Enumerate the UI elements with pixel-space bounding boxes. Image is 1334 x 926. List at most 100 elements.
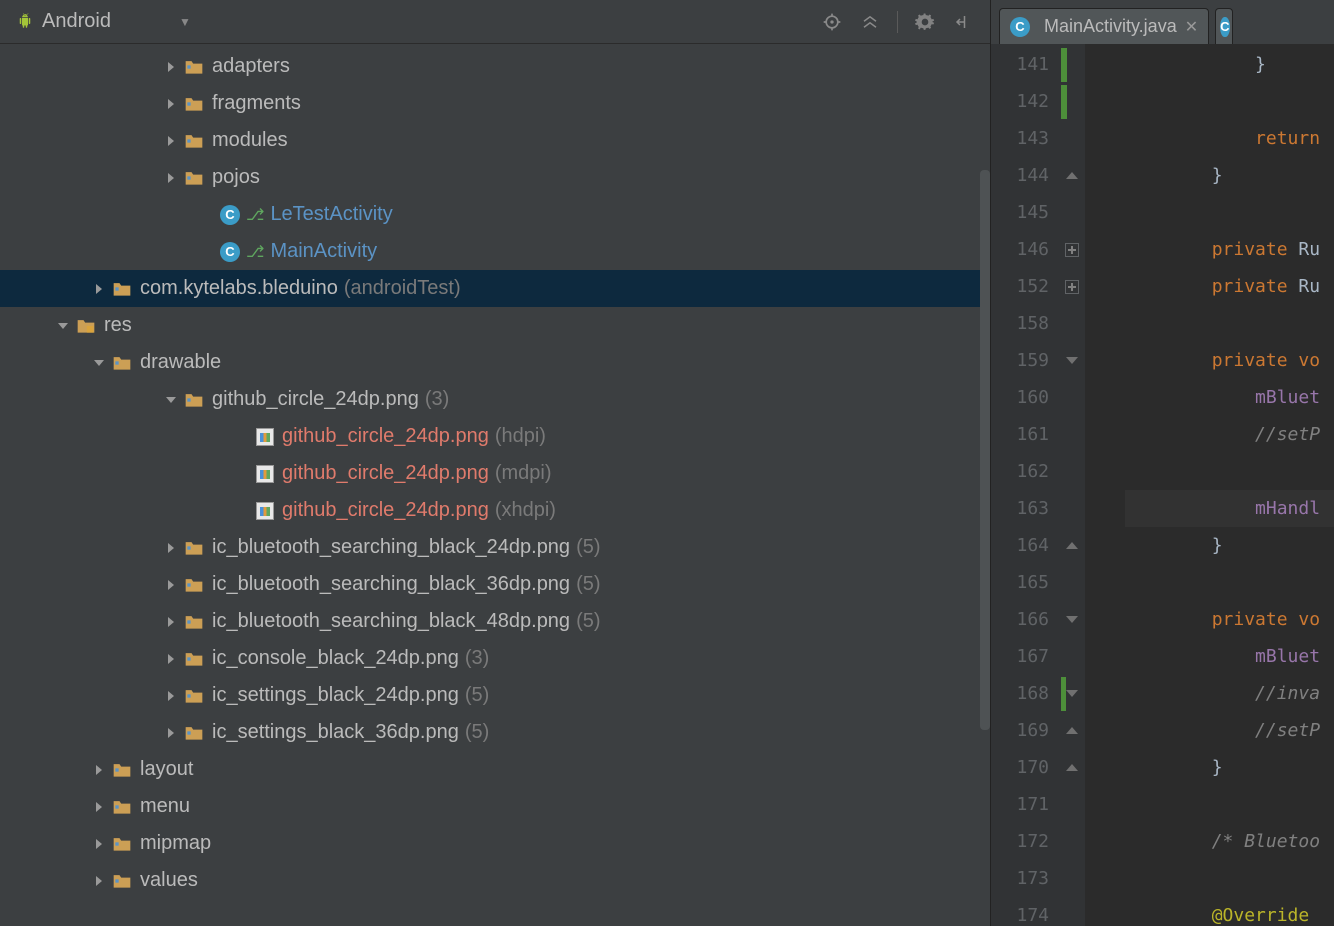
arrow-right-icon[interactable] xyxy=(164,578,178,592)
arrow-right-icon[interactable] xyxy=(92,837,106,851)
line-number[interactable]: 159 xyxy=(991,342,1049,379)
code-line[interactable] xyxy=(1125,453,1334,490)
tree-row[interactable]: values xyxy=(0,862,990,899)
arrow-right-icon[interactable] xyxy=(164,541,178,555)
tree-row[interactable]: github_circle_24dp.png(hdpi) xyxy=(0,418,990,455)
code-line[interactable] xyxy=(1125,194,1334,231)
line-number[interactable]: 158 xyxy=(991,305,1049,342)
fold-slot[interactable] xyxy=(1059,749,1085,786)
line-number[interactable]: 168 xyxy=(991,675,1049,712)
line-number[interactable]: 145 xyxy=(991,194,1049,231)
code-line[interactable]: private vo xyxy=(1125,342,1334,379)
project-view-dropdown[interactable]: Android ▼ xyxy=(8,6,199,37)
code-line[interactable]: } xyxy=(1125,46,1334,83)
line-number[interactable]: 144 xyxy=(991,157,1049,194)
tree-row[interactable]: modules xyxy=(0,122,990,159)
code-line[interactable]: private Ru xyxy=(1125,231,1334,268)
arrow-down-icon[interactable] xyxy=(56,319,70,333)
fold-slot[interactable] xyxy=(1059,860,1085,897)
fold-slot[interactable] xyxy=(1059,46,1085,83)
gear-icon[interactable] xyxy=(914,11,936,33)
code-line[interactable] xyxy=(1125,83,1334,120)
arrow-right-icon[interactable] xyxy=(164,171,178,185)
fold-slot[interactable] xyxy=(1059,453,1085,490)
arrow-right-icon[interactable] xyxy=(92,800,106,814)
fold-slot[interactable] xyxy=(1059,416,1085,453)
tree-row[interactable]: github_circle_24dp.png(mdpi) xyxy=(0,455,990,492)
fold-slot[interactable] xyxy=(1059,675,1085,712)
code-line[interactable]: mBluet xyxy=(1125,379,1334,416)
code-line[interactable] xyxy=(1125,860,1334,897)
tree-row[interactable]: C⎇MainActivity xyxy=(0,233,990,270)
code-line[interactable]: @Override xyxy=(1125,897,1334,926)
line-number[interactable]: 167 xyxy=(991,638,1049,675)
fold-slot[interactable] xyxy=(1059,157,1085,194)
code-line[interactable]: //inva xyxy=(1125,675,1334,712)
fold-slot[interactable] xyxy=(1059,342,1085,379)
tab-next[interactable]: C xyxy=(1215,8,1233,44)
fold-slot[interactable] xyxy=(1059,490,1085,527)
project-tree[interactable]: adaptersfragmentsmodulespojosC⎇LeTestAct… xyxy=(0,44,990,926)
arrow-right-icon[interactable] xyxy=(92,874,106,888)
code-line[interactable]: mHandl xyxy=(1125,490,1334,527)
code-line[interactable]: return xyxy=(1125,120,1334,157)
line-number[interactable]: 164 xyxy=(991,527,1049,564)
fold-slot[interactable] xyxy=(1059,83,1085,120)
collapse-all-icon[interactable] xyxy=(859,11,881,33)
code-line[interactable]: } xyxy=(1125,527,1334,564)
hide-panel-icon[interactable] xyxy=(952,11,974,33)
line-number[interactable]: 146 xyxy=(991,231,1049,268)
locate-icon[interactable] xyxy=(821,11,843,33)
fold-end-icon[interactable] xyxy=(1066,172,1078,179)
tree-row[interactable]: mipmap xyxy=(0,825,990,862)
code-line[interactable] xyxy=(1125,786,1334,823)
fold-start-icon[interactable] xyxy=(1066,616,1078,623)
tree-row[interactable]: menu xyxy=(0,788,990,825)
fold-slot[interactable] xyxy=(1059,823,1085,860)
line-number[interactable]: 165 xyxy=(991,564,1049,601)
fold-column[interactable] xyxy=(1059,44,1085,926)
tree-row[interactable]: github_circle_24dp.png(xhdpi) xyxy=(0,492,990,529)
code-line[interactable]: } xyxy=(1125,157,1334,194)
fold-slot[interactable] xyxy=(1059,712,1085,749)
fold-slot[interactable] xyxy=(1059,527,1085,564)
tree-row[interactable]: ic_console_black_24dp.png(3) xyxy=(0,640,990,677)
fold-slot[interactable] xyxy=(1059,638,1085,675)
line-number[interactable]: 169 xyxy=(991,712,1049,749)
arrow-right-icon[interactable] xyxy=(92,282,106,296)
arrow-right-icon[interactable] xyxy=(92,763,106,777)
tree-row[interactable]: res xyxy=(0,307,990,344)
arrow-right-icon[interactable] xyxy=(164,726,178,740)
fold-slot[interactable] xyxy=(1059,194,1085,231)
tree-row[interactable]: layout xyxy=(0,751,990,788)
arrow-right-icon[interactable] xyxy=(164,615,178,629)
arrow-right-icon[interactable] xyxy=(164,60,178,74)
line-number[interactable]: 162 xyxy=(991,453,1049,490)
fold-slot[interactable] xyxy=(1059,268,1085,305)
fold-start-icon[interactable] xyxy=(1066,357,1078,364)
line-number[interactable]: 172 xyxy=(991,823,1049,860)
tree-row[interactable]: C⎇LeTestActivity xyxy=(0,196,990,233)
code-line[interactable] xyxy=(1125,305,1334,342)
arrow-down-icon[interactable] xyxy=(92,356,106,370)
tree-row[interactable]: adapters xyxy=(0,48,990,85)
code-line[interactable]: private vo xyxy=(1125,601,1334,638)
tree-row[interactable]: ic_settings_black_36dp.png(5) xyxy=(0,714,990,751)
fold-slot[interactable] xyxy=(1059,897,1085,926)
line-number[interactable]: 161 xyxy=(991,416,1049,453)
line-number[interactable]: 174 xyxy=(991,897,1049,926)
arrow-right-icon[interactable] xyxy=(164,652,178,666)
tree-row[interactable]: ic_settings_black_24dp.png(5) xyxy=(0,677,990,714)
arrow-right-icon[interactable] xyxy=(164,689,178,703)
line-number[interactable]: 171 xyxy=(991,786,1049,823)
tree-row[interactable]: ic_bluetooth_searching_black_24dp.png(5) xyxy=(0,529,990,566)
code-line[interactable]: private Ru xyxy=(1125,268,1334,305)
arrow-right-icon[interactable] xyxy=(164,97,178,111)
tree-row[interactable]: com.kytelabs.bleduino(androidTest) xyxy=(0,270,990,307)
tree-row[interactable]: ic_bluetooth_searching_black_48dp.png(5) xyxy=(0,603,990,640)
code-line[interactable] xyxy=(1125,564,1334,601)
fold-slot[interactable] xyxy=(1059,120,1085,157)
line-number[interactable]: 141 xyxy=(991,46,1049,83)
fold-slot[interactable] xyxy=(1059,231,1085,268)
code-area[interactable]: } return } private Ru private Ru private… xyxy=(1085,44,1334,926)
